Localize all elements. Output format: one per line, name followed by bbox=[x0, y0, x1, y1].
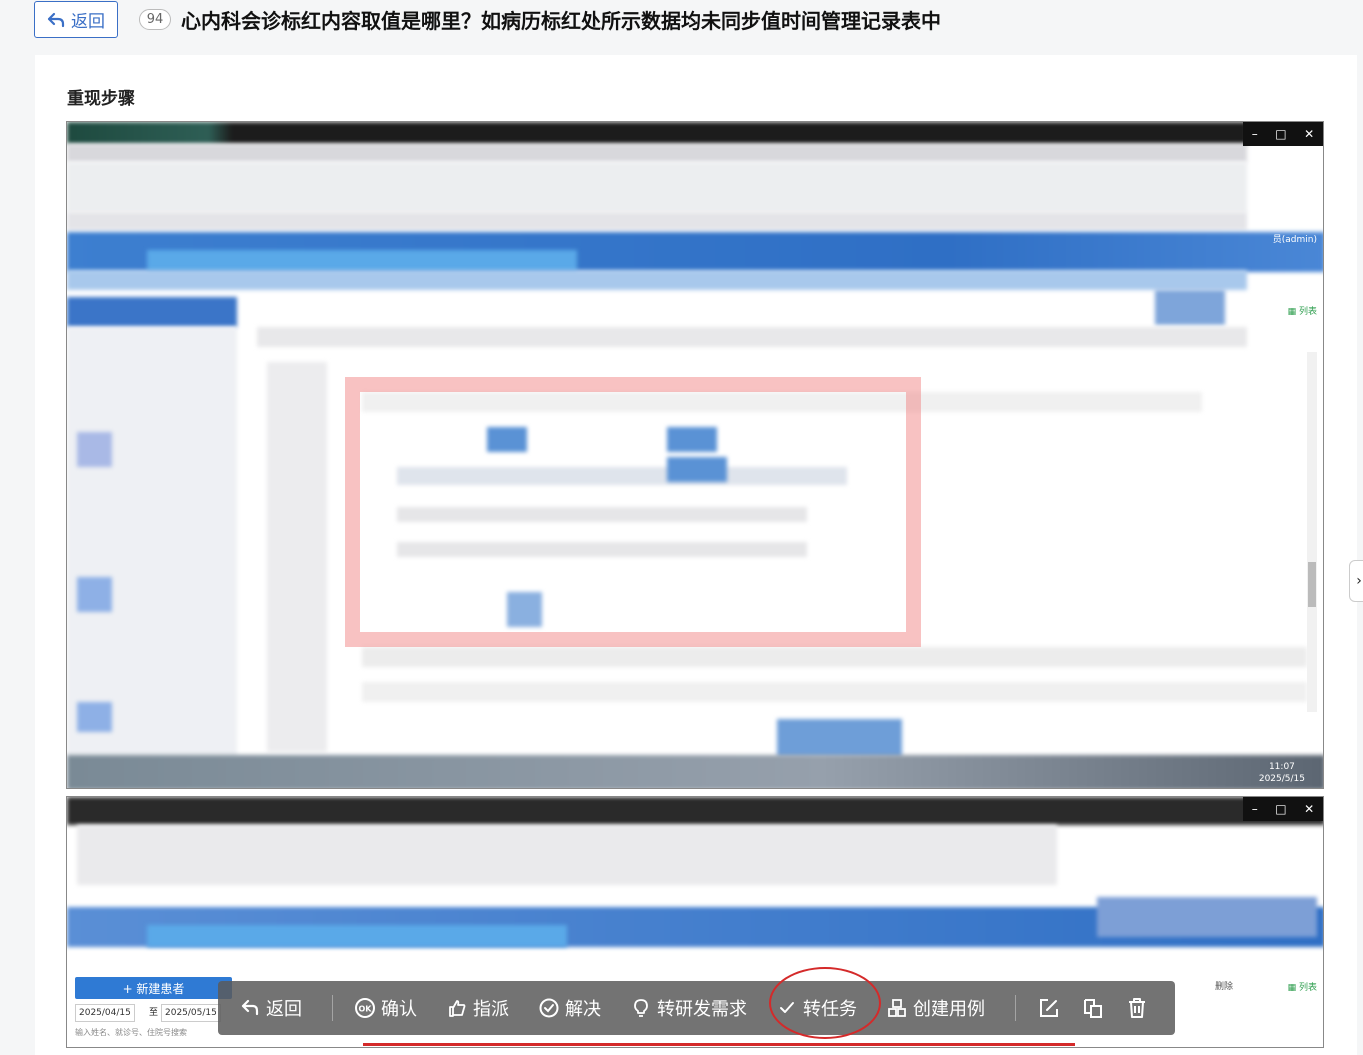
date-separator: 至 bbox=[149, 1008, 159, 1018]
trash-icon bbox=[1129, 998, 1145, 1018]
resolve-label: 解决 bbox=[565, 999, 601, 1020]
back-icon bbox=[241, 999, 259, 1016]
assign-button[interactable]: 指派 bbox=[447, 995, 509, 1021]
copy-button[interactable] bbox=[1082, 997, 1104, 1019]
assign-label: 指派 bbox=[473, 999, 509, 1020]
create-case-label: 创建用例 bbox=[913, 999, 985, 1020]
page-title: 心内科会诊标红内容取值是哪里？如病历标红处所示数据均未同步值时间管理记录表中 bbox=[181, 9, 941, 33]
window-controls-2: – □ ✕ bbox=[1243, 797, 1323, 821]
highlight-box-2 bbox=[363, 1043, 1075, 1047]
top-bar: 返回 94 心内科会诊标红内容取值是哪里？如病历标红处所示数据均未同步值时间管理… bbox=[0, 0, 1363, 44]
confirm-label: 确认 bbox=[381, 999, 417, 1020]
window-controls: – □ ✕ bbox=[1243, 122, 1323, 146]
section-title: 重现步骤 bbox=[67, 89, 135, 109]
scrollbar bbox=[1307, 352, 1317, 712]
grid-icon bbox=[888, 999, 906, 1017]
system-clock: 11:07 2025/5/15 bbox=[1259, 761, 1305, 785]
annotation-circle bbox=[769, 967, 881, 1039]
issue-number-badge: 94 bbox=[139, 9, 171, 30]
create-case-button[interactable]: 创建用例 bbox=[887, 995, 985, 1021]
toolbar-divider-2 bbox=[1015, 995, 1016, 1021]
screenshot-image-1: – □ ✕ 员(admin) ▦ 列表 11:07 2025/5/15 bbox=[66, 121, 1324, 789]
toolbar-back-button[interactable]: 返回 bbox=[240, 995, 302, 1021]
svg-text:OK: OK bbox=[359, 1005, 373, 1014]
back-button[interactable]: 返回 bbox=[34, 1, 118, 38]
side-collapse-tab[interactable]: › bbox=[1349, 560, 1363, 602]
new-patient-button: + 新建患者 bbox=[75, 977, 232, 999]
clock-date: 2025/5/15 bbox=[1258, 774, 1305, 784]
confirm-button[interactable]: OK 确认 bbox=[355, 995, 417, 1021]
back-arrow-icon bbox=[47, 12, 65, 27]
list-view-label: ▦ 列表 bbox=[1287, 307, 1317, 317]
action-toolbar: 返回 OK 确认 指派 解决 转研发需求 转任务 创建用例 bbox=[218, 981, 1175, 1035]
copy-icon bbox=[1084, 999, 1102, 1018]
check-circle-icon bbox=[539, 998, 559, 1018]
search-placeholder: 输入姓名、就诊号、住院号搜索 bbox=[75, 1028, 187, 1037]
admin-user-label: 员(admin) bbox=[1272, 235, 1317, 245]
toolbar-divider bbox=[332, 995, 333, 1021]
to-requirement-button[interactable]: 转研发需求 bbox=[631, 995, 747, 1021]
list-view-label-2: ▦ 列表 bbox=[1287, 983, 1317, 993]
hand-point-icon bbox=[449, 1000, 466, 1017]
highlight-box bbox=[345, 377, 921, 647]
ok-icon: OK bbox=[355, 998, 375, 1018]
date-to-field: 2025/05/15 bbox=[161, 1004, 221, 1022]
clock-time: 11:07 bbox=[1268, 762, 1295, 772]
edit-icon bbox=[1040, 999, 1058, 1017]
delete-label: 删除 bbox=[1215, 982, 1234, 992]
back-label: 返回 bbox=[71, 12, 105, 32]
to-requirement-label: 转研发需求 bbox=[657, 999, 747, 1020]
lightbulb-icon bbox=[634, 999, 648, 1017]
toolbar-back-label: 返回 bbox=[266, 999, 302, 1020]
edit-button[interactable] bbox=[1038, 997, 1060, 1019]
date-from-field: 2025/04/15 bbox=[75, 1004, 135, 1022]
resolve-button[interactable]: 解决 bbox=[539, 995, 601, 1021]
delete-button[interactable] bbox=[1126, 997, 1148, 1019]
